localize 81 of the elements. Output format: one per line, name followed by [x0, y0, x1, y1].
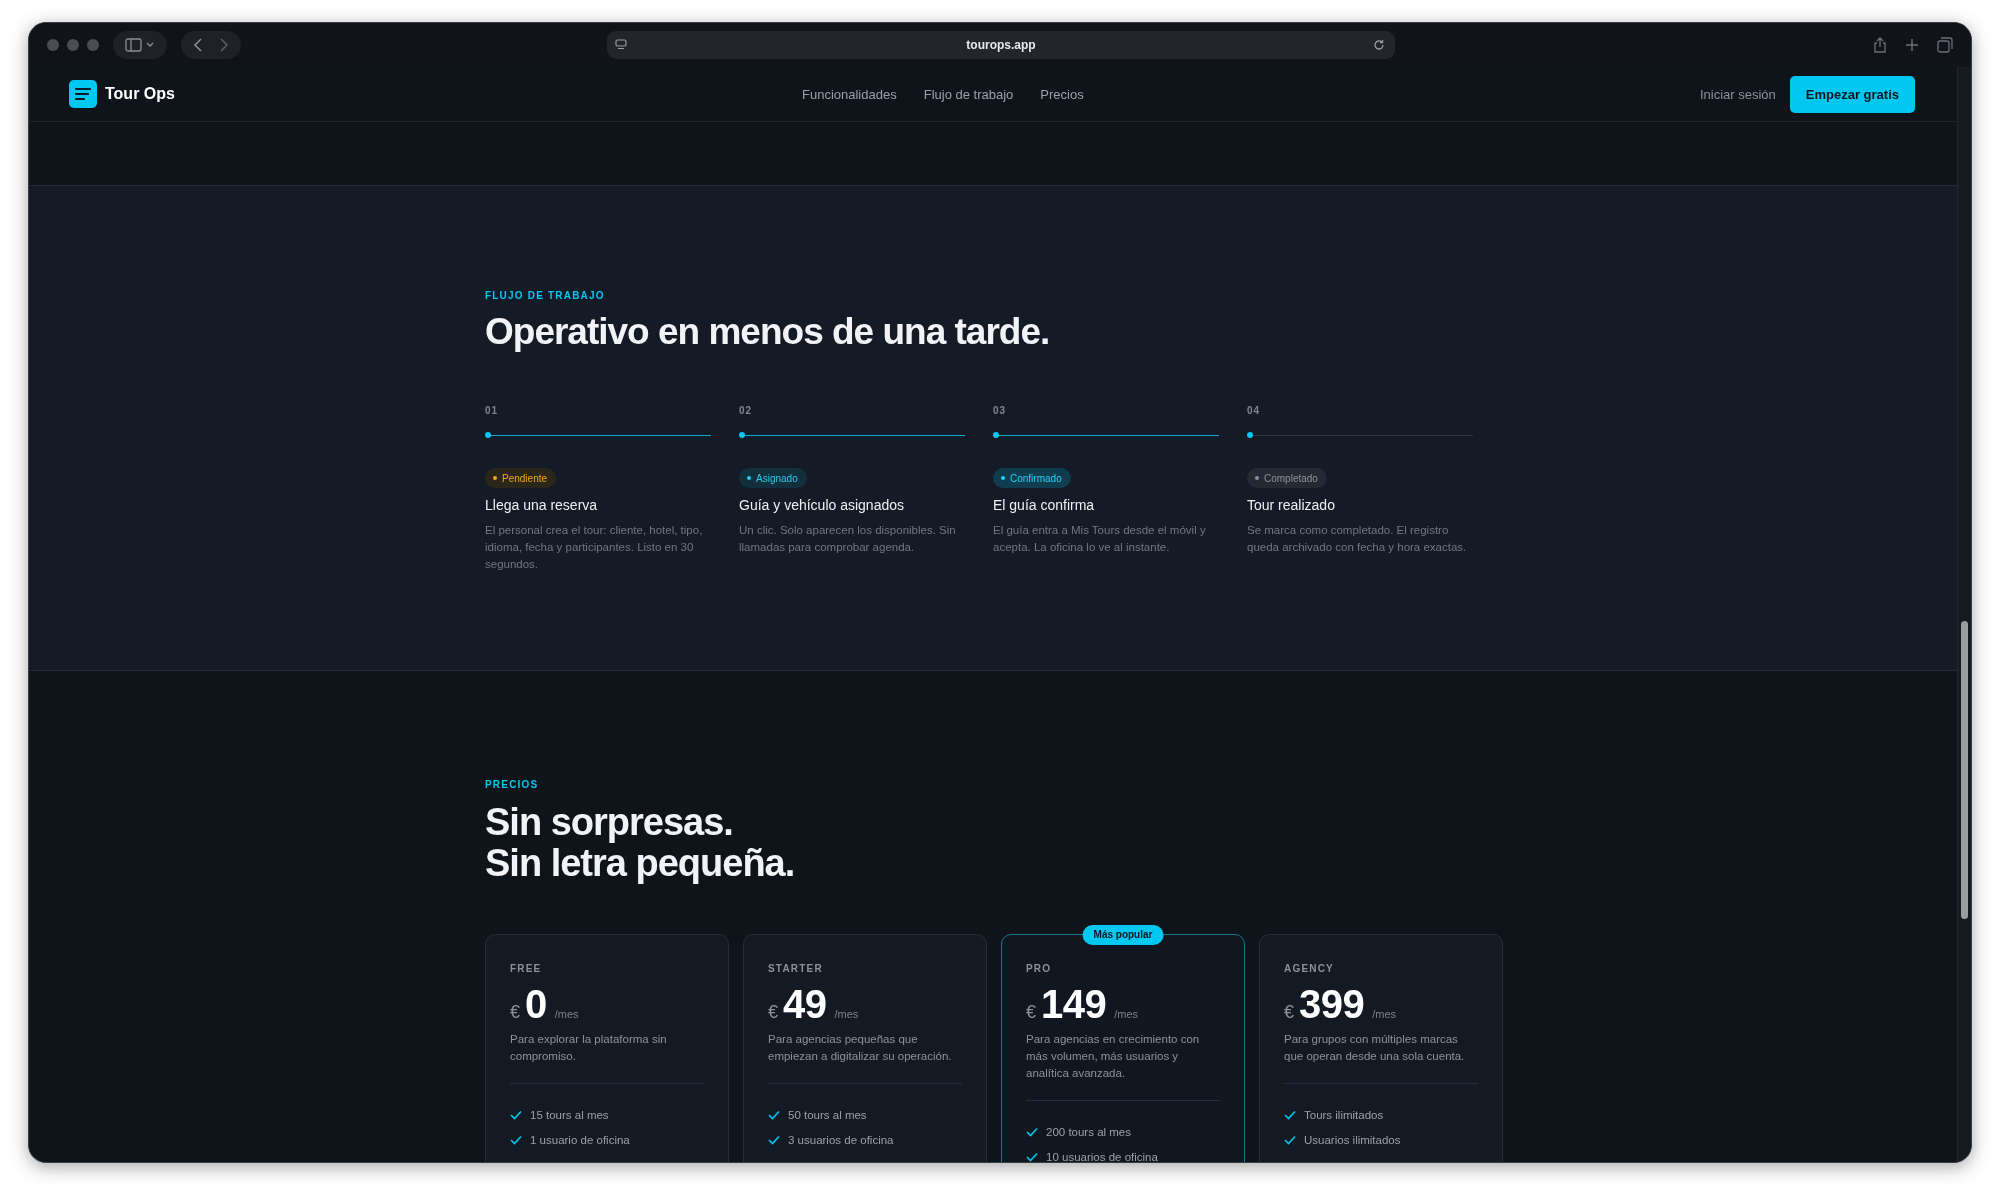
step-title: El guía confirma	[993, 497, 1096, 513]
plan-description: Para grupos con múltiples marcas que operan desde una sola cuenta.	[1284, 1032, 1466, 1064]
step-number: 02	[739, 405, 754, 416]
plan-name: AGENCY	[1284, 963, 1335, 974]
logo-icon[interactable]	[69, 80, 97, 108]
step-description: Se marca como completado. El registro queda archivado con fecha y hora exactas.	[1247, 523, 1468, 555]
nav-link[interactable]: Funcionalidades	[802, 86, 897, 102]
status-badge: Completado	[1247, 468, 1327, 488]
feature-text: 50 tours al mes	[788, 1108, 867, 1121]
status-badge: Confirmado	[993, 468, 1071, 488]
plan-description: Para agencias pequeñas que empiezan a digitalizar su operación.	[768, 1032, 953, 1064]
check-icon	[1284, 1109, 1296, 1120]
nav-link[interactable]: Precios	[1040, 86, 1084, 102]
section-eyebrow: PRECIOS	[485, 779, 540, 790]
plan-description: Para agencias en crecimiento con más volumen, más usuarios y analítica avanzada.	[1026, 1032, 1201, 1081]
popular-badge: Más popular	[1082, 925, 1164, 945]
currency-symbol: €	[1026, 1002, 1036, 1023]
price-period: /mes	[1372, 1008, 1397, 1020]
check-icon	[1026, 1151, 1038, 1162]
step-title: Llega una reserva	[485, 497, 599, 513]
currency-symbol: €	[1284, 1002, 1294, 1023]
brand-name[interactable]: Tour Ops	[105, 85, 175, 103]
currency-symbol: €	[768, 1002, 778, 1023]
step-title: Tour realizado	[1247, 497, 1336, 513]
section-heading: Operativo en menos de una tarde.	[485, 311, 1051, 353]
feature-text: Usuarios ilimitados	[1304, 1133, 1401, 1146]
sidebar-toggle-button[interactable]	[113, 31, 167, 59]
check-icon	[510, 1134, 522, 1145]
step-number: 03	[993, 405, 1008, 416]
price-period: /mes	[554, 1008, 579, 1020]
plan-name: STARTER	[768, 963, 824, 974]
tabs-icon[interactable]	[1937, 37, 1953, 53]
plus-icon[interactable]	[1905, 38, 1919, 52]
check-icon	[1026, 1126, 1038, 1137]
feature-text: 3 usuarios de oficina	[788, 1133, 894, 1146]
nav-link[interactable]: Flujo de trabajo	[923, 86, 1014, 102]
scrollbar-thumb[interactable]	[1961, 621, 1968, 919]
check-icon	[510, 1109, 522, 1120]
price-amount: 49	[783, 982, 827, 1027]
feature-text: 200 tours al mes	[1046, 1125, 1131, 1138]
price-amount: 399	[1299, 982, 1365, 1027]
price-period: /mes	[834, 1008, 859, 1020]
sidebar-icon	[125, 38, 155, 52]
url-text: tourops.app	[966, 38, 1036, 52]
step-description: El guía entra a Mis Tours desde el móvil y acepta. La oficina lo ve al instante.	[993, 523, 1207, 555]
feature-text: Tours ilimitados	[1304, 1108, 1384, 1121]
step-description: Un clic. Solo aparecen los disponibles. Sin llamadas para comprobar agenda.	[739, 523, 957, 555]
address-bar[interactable]: tourops.app	[607, 31, 1395, 59]
step-title: Guía y vehículo asignados	[739, 497, 905, 513]
step-number: 04	[1247, 405, 1262, 416]
window-control-icon[interactable]	[67, 39, 79, 51]
feature-text: 15 tours al mes	[530, 1108, 609, 1121]
page-settings-icon[interactable]	[615, 39, 627, 51]
currency-symbol: €	[510, 1002, 520, 1023]
section-eyebrow: FLUJO DE TRABAJO	[485, 290, 606, 301]
back-icon[interactable]	[193, 38, 203, 52]
price-period: /mes	[1114, 1008, 1139, 1020]
check-icon	[768, 1109, 780, 1120]
step-description: El personal crea el tour: cliente, hotel, tipo, idioma, fecha y participantes. Listo en 30 segundos.	[485, 523, 704, 572]
feature-text: 10 usuarios de oficina	[1046, 1150, 1158, 1162]
window-control-icon[interactable]	[47, 39, 59, 51]
plan-name: PRO	[1026, 963, 1053, 974]
scrollbar[interactable]	[1957, 67, 1971, 1162]
check-icon	[768, 1134, 780, 1145]
start-free-button[interactable]: Empezar gratis	[1789, 75, 1915, 113]
forward-icon[interactable]	[219, 38, 229, 52]
window-control-icon[interactable]	[87, 39, 99, 51]
feature-text: 1 usuario de oficina	[530, 1133, 630, 1146]
plan-description: Para explorar la plataforma sin compromiso.	[510, 1032, 668, 1064]
login-link[interactable]: Iniciar sesión	[1699, 86, 1776, 102]
price-amount: 0	[525, 982, 547, 1027]
check-icon	[1284, 1134, 1296, 1145]
share-icon[interactable]	[1873, 37, 1887, 53]
status-badge: Asignado	[739, 468, 807, 488]
reload-icon[interactable]	[1373, 39, 1385, 51]
price-amount: 149	[1041, 982, 1107, 1027]
plan-name: FREE	[510, 963, 543, 974]
step-number: 01	[485, 405, 500, 416]
section-heading: Sin sorpresas.	[485, 802, 733, 843]
section-heading: Sin letra pequeña.	[485, 843, 795, 884]
status-badge: Pendiente	[485, 468, 557, 488]
